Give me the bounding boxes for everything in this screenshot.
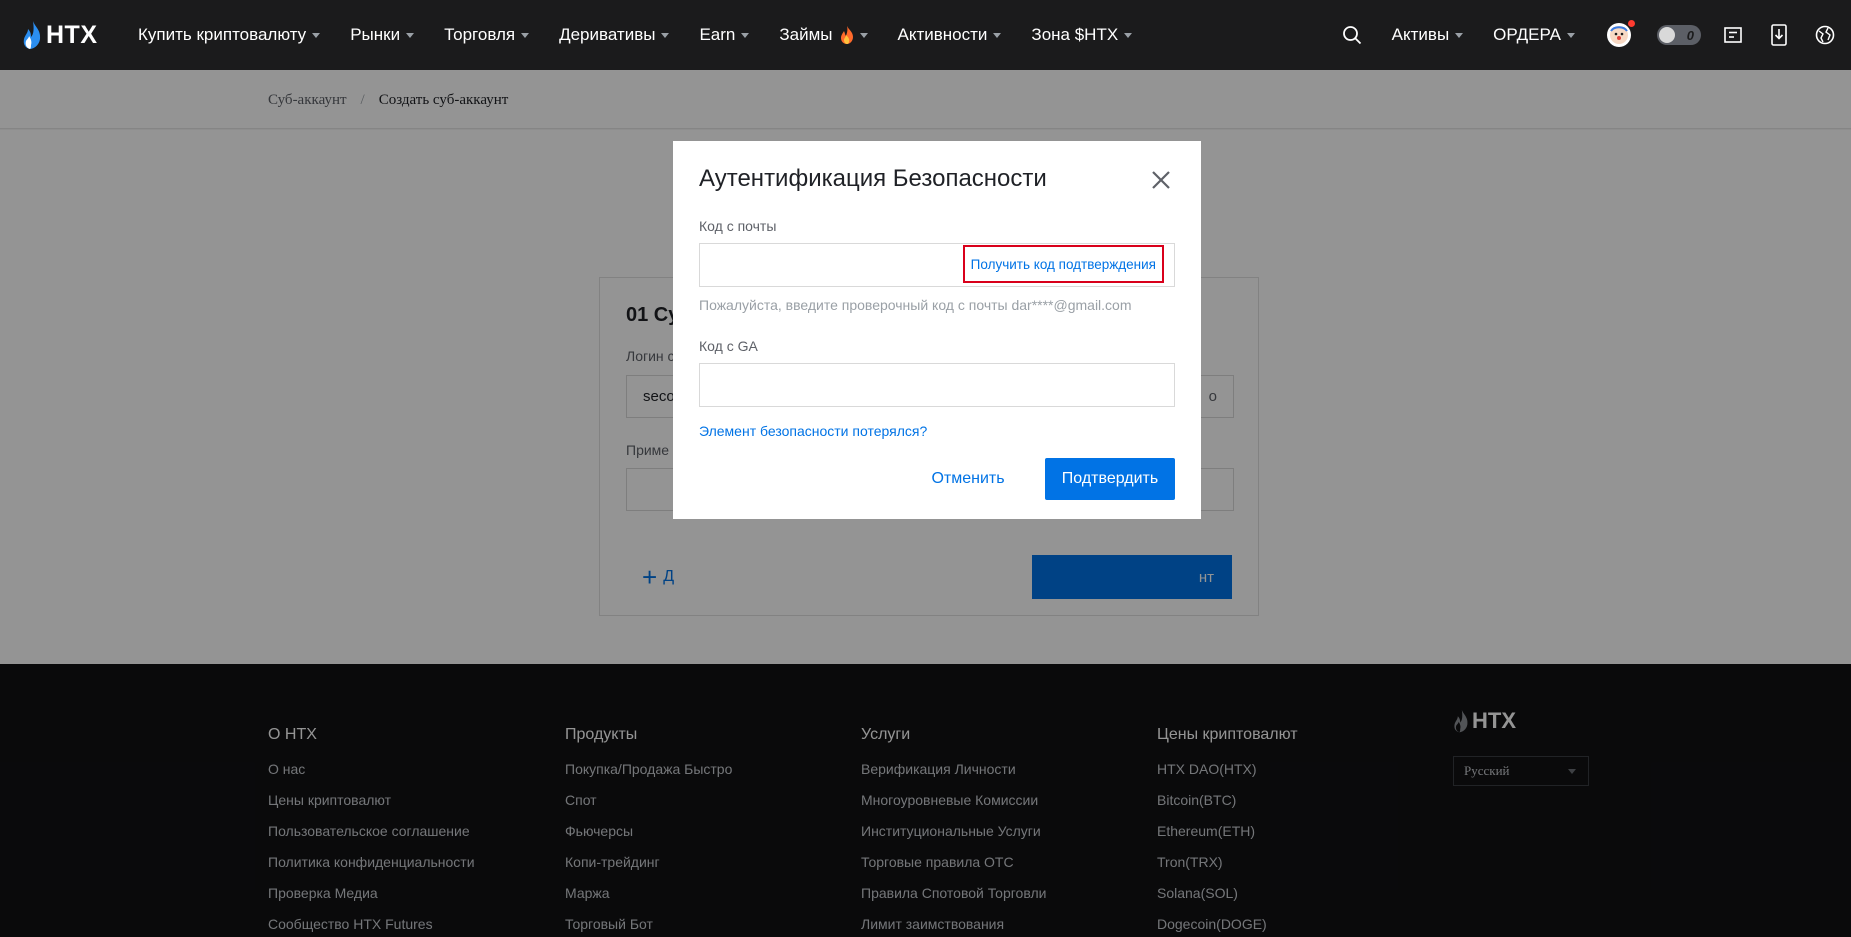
security-authentication-dialog: Аутентификация Безопасности Код с почты …: [673, 141, 1201, 519]
htx-flame-icon: [23, 21, 41, 49]
get-verification-code-button[interactable]: Получить код подтверждения: [962, 245, 1164, 283]
dialog-title: Аутентификация Безопасности: [699, 165, 1047, 192]
mode-toggle[interactable]: 0: [1657, 25, 1701, 45]
download-button[interactable]: [1769, 24, 1789, 46]
nav-right-group: Активы ОРДЕРА 0: [1342, 0, 1851, 70]
top-navigation: HTX Купить криптовалюту Рынки Торговля Д…: [0, 0, 1851, 70]
nav-label: Активности: [897, 25, 988, 44]
email-code-label: Код с почты: [699, 218, 777, 234]
nav-label: Зона $HTX: [1031, 25, 1119, 44]
confirm-button[interactable]: Подтвердить: [1045, 458, 1175, 500]
search-icon: [1342, 26, 1361, 45]
toggle-icon: 0: [1657, 25, 1701, 45]
chevron-down-icon: [859, 32, 868, 38]
chevron-down-icon: [406, 32, 415, 38]
download-icon: [1771, 24, 1787, 46]
lost-security-item-link[interactable]: Элемент безопасности потерялся?: [699, 423, 927, 439]
nav-buy-crypto[interactable]: Купить криптовалюту: [138, 25, 321, 45]
nav-derivatives[interactable]: Деривативы: [559, 25, 670, 45]
avatar-icon: [1607, 20, 1635, 47]
nav-loans[interactable]: Займы: [779, 25, 868, 45]
email-code-field[interactable]: Получить код подтверждения: [699, 243, 1175, 287]
toggle-knob: [1659, 27, 1675, 43]
cancel-button[interactable]: Отменить: [923, 458, 1013, 500]
nav-earn[interactable]: Earn: [699, 25, 750, 45]
nav-markets[interactable]: Рынки: [350, 25, 415, 45]
logo-text: HTX: [46, 20, 98, 49]
orders-list-icon: [1724, 27, 1742, 43]
chevron-down-icon: [1567, 32, 1575, 38]
language-icon: [1815, 25, 1835, 45]
email-code-hint: Пожалуйста, введите проверочный код с по…: [699, 297, 1132, 313]
nav-label: Деривативы: [559, 25, 656, 44]
assets-menu[interactable]: Активы: [1392, 25, 1464, 45]
htx-logo[interactable]: HTX: [22, 18, 98, 52]
ga-code-field[interactable]: [699, 363, 1175, 407]
close-icon[interactable]: [1149, 168, 1173, 192]
nav-label: Рынки: [350, 25, 401, 44]
fire-icon: [840, 26, 853, 44]
chevron-down-icon: [312, 32, 321, 38]
assets-label: Активы: [1391, 25, 1450, 44]
notification-dot: [1628, 20, 1635, 27]
orders-list-button[interactable]: [1723, 25, 1743, 45]
nav-label: Займы: [779, 25, 833, 44]
user-account-button[interactable]: [1607, 20, 1635, 47]
chevron-down-icon: [661, 32, 670, 38]
nav-label: Купить криптовалюту: [138, 25, 307, 44]
nav-label: Earn: [699, 25, 736, 44]
search-button[interactable]: [1342, 25, 1362, 45]
nav-label: Торговля: [444, 25, 516, 44]
ga-code-label: Код с GA: [699, 338, 758, 354]
main-menu: Купить криптовалюту Рынки Торговля Дерив…: [138, 0, 1162, 70]
chevron-down-icon: [993, 32, 1002, 38]
chevron-down-icon: [521, 32, 530, 38]
nav-htx-zone[interactable]: Зона $HTX: [1031, 25, 1133, 45]
chevron-down-icon: [741, 32, 750, 38]
chevron-down-icon: [1124, 32, 1133, 38]
orders-menu[interactable]: ОРДЕРА: [1493, 25, 1575, 45]
toggle-value: 0: [1686, 27, 1694, 43]
language-button[interactable]: [1815, 25, 1835, 45]
nav-activities[interactable]: Активности: [898, 25, 1002, 45]
orders-label: ОРДЕРА: [1493, 25, 1561, 44]
nav-trading[interactable]: Торговля: [444, 25, 530, 45]
chevron-down-icon: [1455, 32, 1464, 38]
